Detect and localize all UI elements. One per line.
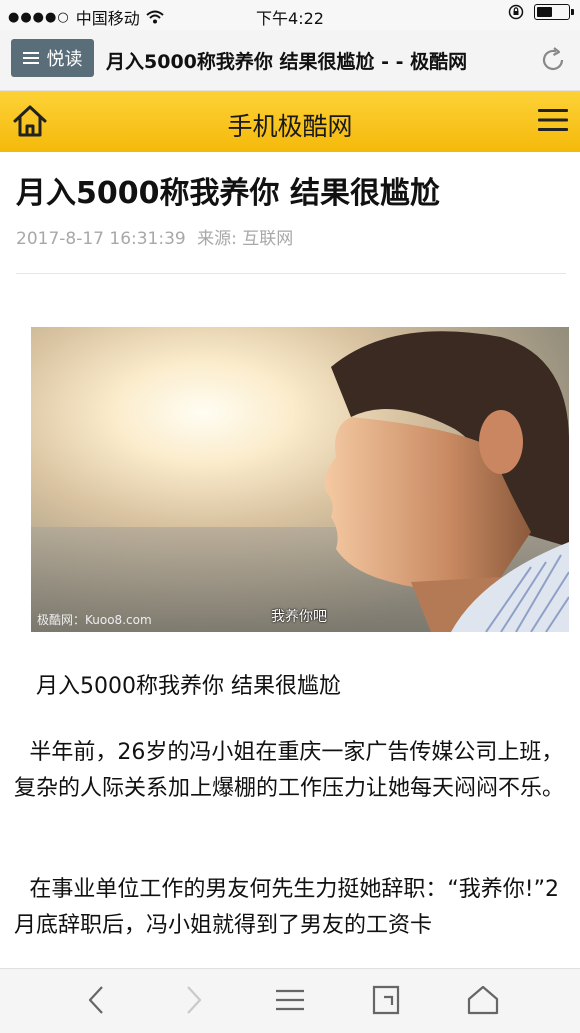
photo-illustration (31, 327, 569, 632)
list-icon (22, 52, 39, 64)
article-meta: 2017-8-17 16:31:39 来源: 互联网 (16, 224, 293, 249)
article-paragraph: 半年前，26岁的冯小姐在重庆一家广告传媒公司上班，复杂的人际关系加上爆棚的工作压… (14, 740, 565, 801)
browser-address-bar: 悦读 月入5000称我养你 结果很尴尬 - - 极酷网 (0, 30, 580, 91)
article-source: 互联网 (242, 229, 294, 249)
battery-fill (537, 7, 553, 17)
reader-mode-label: 悦读 (46, 49, 83, 70)
divider (16, 273, 566, 274)
status-right (508, 4, 574, 20)
status-bar: ●●●●○ 中国移动 下午4:22 (0, 0, 580, 30)
browser-toolbar (0, 968, 580, 1033)
tabs-icon[interactable] (370, 983, 404, 1017)
page-title-bar[interactable]: 月入5000称我养你 结果很尴尬 - - 极酷网 (106, 47, 521, 74)
article-paragraph: 在事业单位工作的男友何先生力挺她辞职：“我养你!”2月底辞职后，冯小姐就得到了男… (14, 877, 560, 938)
orientation-lock-icon (508, 4, 524, 20)
refresh-icon[interactable] (538, 45, 568, 75)
article-image[interactable]: 极酷网：Kuoo8.com 我养你吧 (31, 327, 569, 632)
menu-icon[interactable] (273, 983, 307, 1017)
site-header: 手机极酷网 (0, 91, 580, 152)
image-watermark: 极酷网：Kuoo8.com (37, 613, 152, 627)
reader-mode-button[interactable]: 悦读 (11, 39, 94, 77)
battery-icon (534, 4, 574, 20)
home-icon[interactable] (466, 983, 500, 1017)
source-label: 来源: (197, 229, 237, 249)
image-caption: 我养你吧 (271, 609, 327, 625)
back-icon[interactable] (80, 983, 114, 1017)
hamburger-menu-icon[interactable] (538, 108, 568, 132)
clock: 下午4:22 (256, 9, 324, 28)
article-title: 月入5000称我养你 结果很尴尬 (16, 176, 440, 211)
forward-icon[interactable] (176, 983, 210, 1017)
site-title: 手机极酷网 (227, 112, 353, 141)
article-date: 2017-8-17 16:31:39 (16, 229, 186, 249)
article-paragraph: 月入5000称我养你 结果很尴尬 (36, 674, 341, 699)
